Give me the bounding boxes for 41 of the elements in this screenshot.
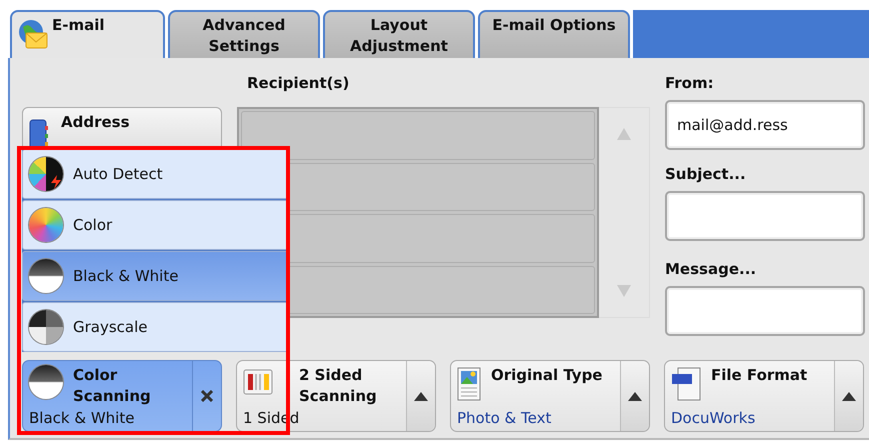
feature-button[interactable]: Color Scanning Black & White	[22, 360, 222, 432]
color-wheel-icon	[29, 208, 63, 242]
up-arrow-icon	[628, 392, 642, 400]
document-icon	[671, 367, 701, 401]
button-title: File Format	[711, 365, 808, 386]
field-label: Message...	[665, 259, 758, 280]
field-label: From:	[665, 73, 715, 94]
text-field[interactable]	[665, 191, 865, 241]
text-field[interactable]	[665, 286, 865, 336]
button-value: DocuWorks	[671, 409, 756, 428]
close-icon	[201, 390, 213, 402]
clear-button[interactable]	[192, 361, 221, 431]
list-row[interactable]	[241, 111, 596, 160]
text-field[interactable]: mail@add.ress	[665, 100, 865, 150]
striped-page-icon	[243, 367, 273, 397]
up-arrow-icon	[414, 392, 428, 400]
lightning-icon	[50, 175, 62, 189]
feature-button[interactable]: Original Type Photo & Text	[450, 360, 650, 432]
up-arrow-icon	[842, 392, 856, 400]
globe-envelope-icon	[18, 19, 48, 49]
expand-button[interactable]	[620, 361, 649, 431]
tab[interactable]: Layout Adjustment	[323, 10, 475, 58]
picture-page-icon	[457, 367, 481, 401]
button-value: Photo & Text	[457, 409, 552, 428]
button-title: Original Type	[491, 365, 602, 386]
up-arrow-icon	[617, 128, 632, 140]
expand-button[interactable]	[834, 361, 863, 431]
tab[interactable]: Advanced Settings	[168, 10, 320, 58]
button-value: Black & White	[29, 409, 136, 428]
button-title: 2 Sided Scanning	[299, 365, 377, 407]
down-arrow-icon	[617, 285, 632, 297]
field-label: Subject...	[665, 164, 747, 185]
half-filled-circle-icon	[29, 365, 63, 399]
quartered-circle-icon	[29, 310, 63, 344]
expand-button[interactable]	[406, 361, 435, 431]
half-filled-circle-icon	[29, 259, 63, 293]
tab[interactable]: E-mail	[10, 10, 165, 58]
recipients-label: Recipient(s)	[246, 73, 350, 94]
button-title: Color Scanning	[73, 365, 151, 407]
tab[interactable]: E-mail Options	[478, 10, 630, 58]
feature-button[interactable]: File Format DocuWorks	[664, 360, 864, 432]
